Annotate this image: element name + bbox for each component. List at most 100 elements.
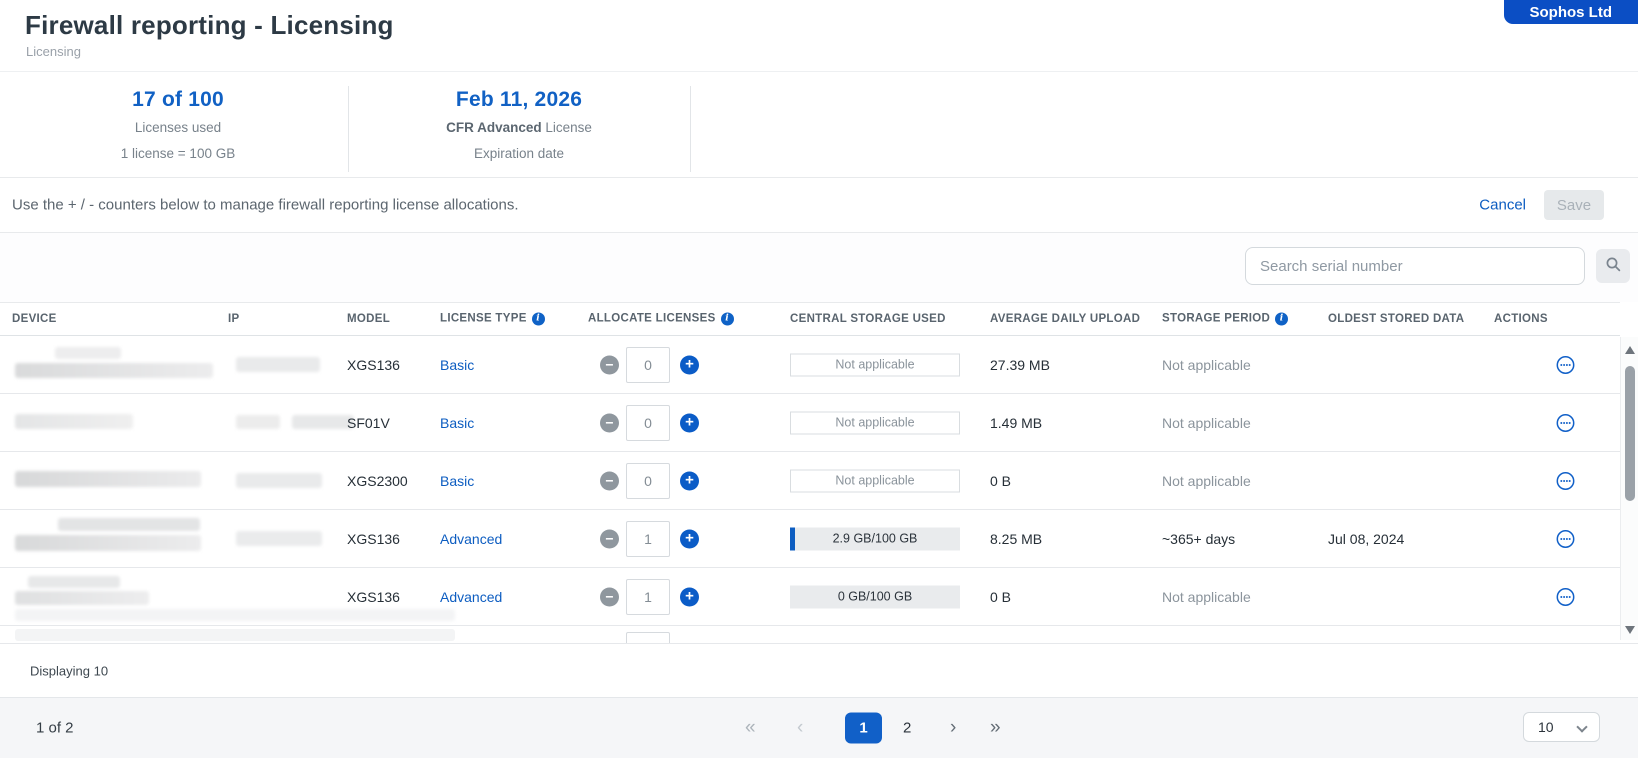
daily-upload-value: 8.25 MB [990, 531, 1042, 547]
minus-button[interactable]: − [600, 355, 619, 374]
allocate-input[interactable] [626, 347, 670, 383]
table-header: DEVICE IP MODEL LICENSE TYPEi ALLOCATE L… [0, 302, 1620, 336]
col-license-type: LICENSE TYPEi [440, 313, 545, 326]
storage-fill [790, 527, 795, 550]
more-actions-icon [1556, 536, 1575, 551]
row-actions-button[interactable] [1556, 587, 1575, 606]
licenses-used-value: 17 of 100 [8, 88, 348, 112]
redacted-device-name [15, 609, 455, 621]
table-row: XGS136 Advanced − + 2.9 GB/100 GB 8.25 M… [0, 510, 1620, 568]
redacted-device-name [15, 414, 133, 429]
row-actions-button[interactable] [1556, 471, 1575, 490]
page-size-select[interactable]: 10 [1523, 712, 1600, 742]
cancel-button[interactable]: Cancel [1479, 197, 1526, 214]
minus-button[interactable]: − [600, 471, 619, 490]
first-page-button[interactable]: « [745, 717, 756, 739]
page-title: Firewall reporting - Licensing [25, 10, 394, 41]
minus-button[interactable]: − [600, 587, 619, 606]
license-type-link[interactable]: Basic [440, 473, 474, 489]
storage-period-value: Not applicable [1162, 415, 1251, 431]
license-type-link[interactable]: Advanced [440, 589, 502, 605]
redacted-ip [236, 473, 322, 488]
license-stats: 17 of 100 Licenses used 1 license = 100 … [0, 72, 1638, 178]
col-daily-upload: AVERAGE DAILY UPLOAD [990, 313, 1140, 325]
allocate-input[interactable] [626, 405, 670, 441]
minus-button[interactable]: − [600, 413, 619, 432]
allocate-input-partial [626, 632, 670, 643]
plus-button[interactable]: + [680, 355, 699, 374]
search-bar [0, 233, 1638, 302]
allocate-input[interactable] [626, 579, 670, 615]
last-page-button[interactable]: » [990, 717, 1001, 739]
allocation-toolbar: Use the + / - counters below to manage f… [0, 178, 1638, 233]
redacted-device-name [55, 347, 121, 359]
save-button[interactable]: Save [1544, 190, 1604, 220]
storage-used-bar: 0 GB/100 GB [790, 585, 960, 608]
storage-used-box: Not applicable [790, 469, 960, 492]
redacted-device-name [58, 518, 200, 531]
redacted-ip [236, 357, 320, 372]
plus-button[interactable]: + [680, 471, 699, 490]
plus-button[interactable]: + [680, 529, 699, 548]
expiration-date-value: Feb 11, 2026 [348, 88, 690, 112]
storage-used-box: Not applicable [790, 411, 960, 434]
table-row: XGS136 Basic − + Not applicable 27.39 MB… [0, 336, 1620, 394]
search-icon [1605, 256, 1622, 276]
prev-page-button[interactable]: ‹ [797, 717, 803, 739]
col-central-storage: CENTRAL STORAGE USED [790, 313, 946, 325]
vertical-scrollbar[interactable] [1620, 337, 1638, 640]
page-1-button[interactable]: 1 [845, 713, 882, 744]
redacted-ip [236, 531, 322, 546]
model-value: XGS136 [347, 357, 400, 373]
redacted-device-name [15, 629, 455, 641]
more-actions-icon [1556, 362, 1575, 377]
search-button[interactable] [1596, 249, 1630, 283]
storage-period-value: Not applicable [1162, 357, 1251, 373]
model-value: XGS136 [347, 531, 400, 547]
expiration-caption: Expiration date [348, 145, 690, 164]
scroll-up-arrow-icon[interactable] [1625, 346, 1635, 354]
redacted-device-name [15, 535, 201, 551]
scroll-down-arrow-icon[interactable] [1625, 626, 1635, 634]
page-info: 1 of 2 [36, 720, 74, 737]
info-icon[interactable]: i [532, 313, 545, 326]
minus-button[interactable]: − [600, 529, 619, 548]
col-oldest-data: OLDEST STORED DATA [1328, 313, 1464, 325]
table-row: SF01V Basic − + Not applicable 1.49 MB N… [0, 394, 1620, 452]
breadcrumb: Licensing [26, 44, 81, 59]
model-value: SF01V [347, 415, 390, 431]
row-actions-button[interactable] [1556, 355, 1575, 374]
daily-upload-value: 0 B [990, 589, 1011, 605]
col-actions: ACTIONS [1494, 313, 1548, 325]
license-type-link[interactable]: Basic [440, 357, 474, 373]
info-icon[interactable]: i [1275, 313, 1288, 326]
scrollbar-thumb[interactable] [1625, 366, 1635, 501]
page-2-button[interactable]: 2 [903, 720, 911, 737]
info-icon[interactable]: i [721, 313, 734, 326]
more-actions-icon [1556, 478, 1575, 493]
storage-period-value: Not applicable [1162, 473, 1251, 489]
storage-period-value: ~365+ days [1162, 531, 1235, 547]
partial-table-row [0, 626, 1620, 643]
displaying-strip: Displaying 10 [0, 643, 1638, 697]
row-actions-button[interactable] [1556, 413, 1575, 432]
next-page-button[interactable]: › [950, 717, 956, 739]
storage-used-bar: 2.9 GB/100 GB [790, 527, 960, 550]
col-device: DEVICE [12, 313, 57, 325]
allocate-input[interactable] [626, 521, 670, 557]
daily-upload-value: 1.49 MB [990, 415, 1042, 431]
storage-used-box: Not applicable [790, 353, 960, 376]
expiration-stat: Feb 11, 2026 CFR Advanced License Expira… [348, 88, 690, 164]
chevron-down-icon [1576, 721, 1587, 732]
displaying-count: Displaying 10 [30, 663, 108, 678]
divider [690, 86, 691, 172]
allocate-input[interactable] [626, 463, 670, 499]
row-actions-button[interactable] [1556, 529, 1575, 548]
search-input[interactable] [1245, 247, 1585, 285]
license-type-link[interactable]: Advanced [440, 531, 502, 547]
plus-button[interactable]: + [680, 413, 699, 432]
plus-button[interactable]: + [680, 587, 699, 606]
license-type-link[interactable]: Basic [440, 415, 474, 431]
daily-upload-value: 0 B [990, 473, 1011, 489]
redacted-device-name [15, 471, 201, 487]
